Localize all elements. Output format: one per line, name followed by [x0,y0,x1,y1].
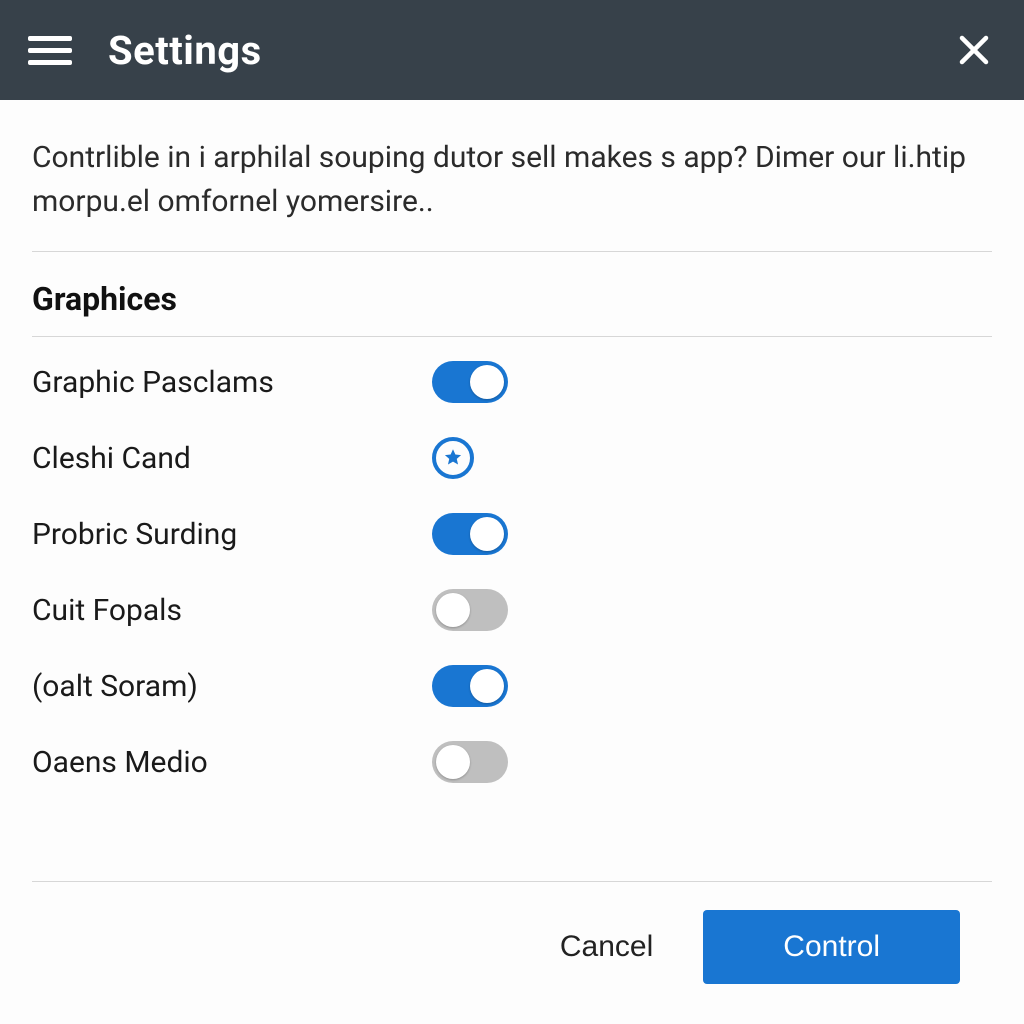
cancel-button[interactable]: Cancel [550,916,663,978]
option-row-probric-surding: Probric Surding [32,513,992,555]
toggle-cuit-fopals[interactable] [432,589,508,631]
option-row-cleshi-cand: Cleshi Cand [32,437,992,479]
star-badge-cleshi-cand[interactable] [432,437,474,479]
star-icon [442,447,464,469]
dialog-header: Settings [0,0,1024,100]
hamburger-menu-icon[interactable] [28,28,72,72]
toggle-probric-surding[interactable] [432,513,508,555]
dialog-body: Contrlible in i arphilal souping dutor s… [0,100,1024,841]
settings-description: Contrlible in i arphilal souping dutor s… [32,136,992,251]
option-label: (oalt Soram) [32,669,432,704]
option-row-oaens-medio: Oaens Medio [32,741,992,783]
option-label: Cuit Fopals [32,593,432,628]
close-button[interactable] [952,28,996,72]
section-title-graphics: Graphices [32,252,992,336]
settings-dialog: Settings Contrlible in i arphilal soupin… [0,0,1024,1024]
option-row-cuit-fopals: Cuit Fopals [32,589,992,631]
option-label: Cleshi Cand [32,441,432,476]
option-label: Probric Surding [32,517,432,552]
dialog-footer: Cancel Control [32,881,992,1024]
options-list: Graphic Pasclams Cleshi Cand Probric Sur… [32,337,992,783]
toggle-graphic-pasclams[interactable] [432,361,508,403]
option-label: Graphic Pasclams [32,365,432,400]
control-button[interactable]: Control [703,910,960,984]
toggle-oalt-soram[interactable] [432,665,508,707]
option-row-oalt-soram: (oalt Soram) [32,665,992,707]
option-row-graphic-pasclams: Graphic Pasclams [32,361,992,403]
close-icon [956,32,992,68]
toggle-oaens-medio[interactable] [432,741,508,783]
option-label: Oaens Medio [32,745,432,780]
dialog-title: Settings [108,27,916,74]
